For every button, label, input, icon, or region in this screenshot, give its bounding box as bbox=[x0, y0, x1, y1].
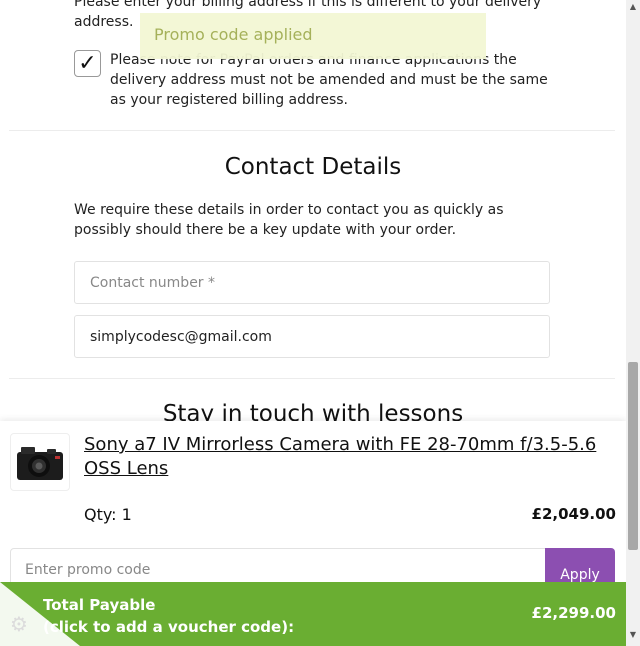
check-icon: ✓ bbox=[78, 51, 97, 76]
scroll-up-icon[interactable]: ▲ bbox=[626, 2, 640, 14]
product-name-link[interactable]: Sony a7 IV Mirrorless Camera with FE 28-… bbox=[84, 433, 614, 481]
page-scrollbar[interactable]: ▲ ▼ bbox=[626, 0, 640, 646]
product-thumbnail[interactable] bbox=[10, 433, 70, 491]
email-input[interactable] bbox=[74, 315, 550, 358]
section-divider bbox=[9, 378, 615, 379]
section-divider bbox=[9, 130, 615, 131]
paypal-note: Please note for PayPal orders and financ… bbox=[110, 52, 548, 108]
checkout-page: Please enter your billing address if thi… bbox=[0, 0, 626, 646]
gear-icon[interactable]: ⚙ bbox=[10, 612, 28, 636]
contact-number-input[interactable] bbox=[74, 261, 550, 304]
total-amount: £2,299.00 bbox=[531, 604, 616, 622]
paypal-terms-checkbox[interactable]: ✓ bbox=[74, 50, 101, 77]
total-payable-label: Total Payable bbox=[43, 596, 156, 614]
promo-applied-toast: Promo code applied bbox=[140, 13, 486, 59]
scrollbar-thumb[interactable] bbox=[628, 362, 638, 550]
total-payable-bar[interactable]: ⚙ Total Payable (click to add a voucher … bbox=[0, 582, 626, 646]
voucher-hint[interactable]: (click to add a voucher code): bbox=[43, 616, 294, 638]
product-quantity: Qty: 1 bbox=[84, 505, 132, 524]
scroll-down-icon[interactable]: ▼ bbox=[626, 630, 640, 642]
contact-details-title: Contact Details bbox=[224, 154, 402, 180]
camera-image bbox=[17, 447, 63, 480]
contact-details-description: We require these details in order to con… bbox=[74, 202, 504, 238]
product-price: £2,049.00 bbox=[531, 505, 616, 523]
